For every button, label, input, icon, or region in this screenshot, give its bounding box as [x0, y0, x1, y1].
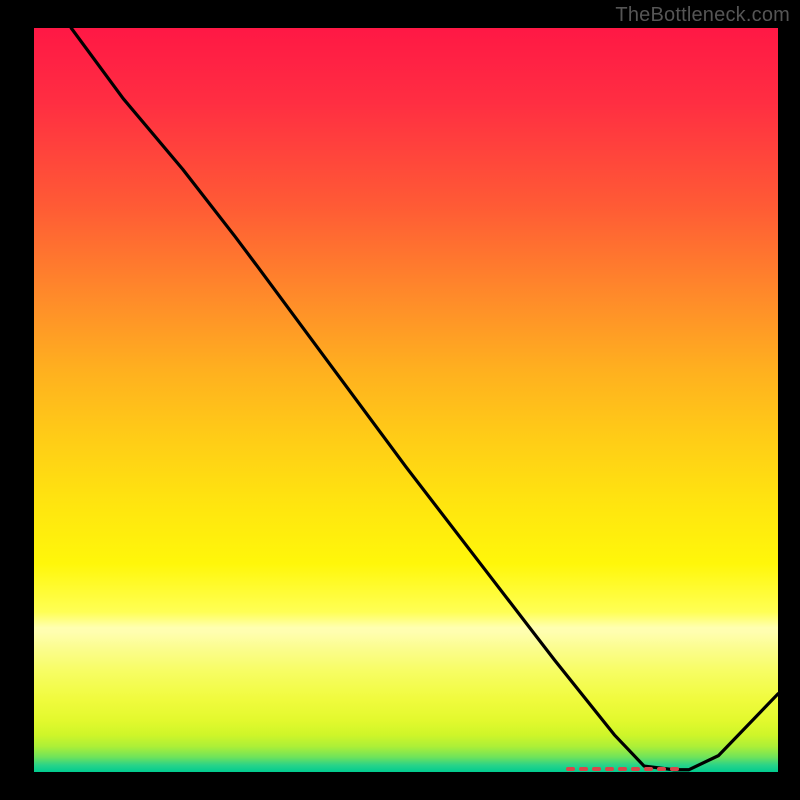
bottleneck-plot — [34, 28, 778, 772]
curve-path — [71, 28, 778, 770]
watermark: TheBottleneck.com — [615, 4, 790, 27]
bottleneck-curve — [34, 28, 778, 772]
chart-frame: TheBottleneck.com — [0, 0, 800, 800]
